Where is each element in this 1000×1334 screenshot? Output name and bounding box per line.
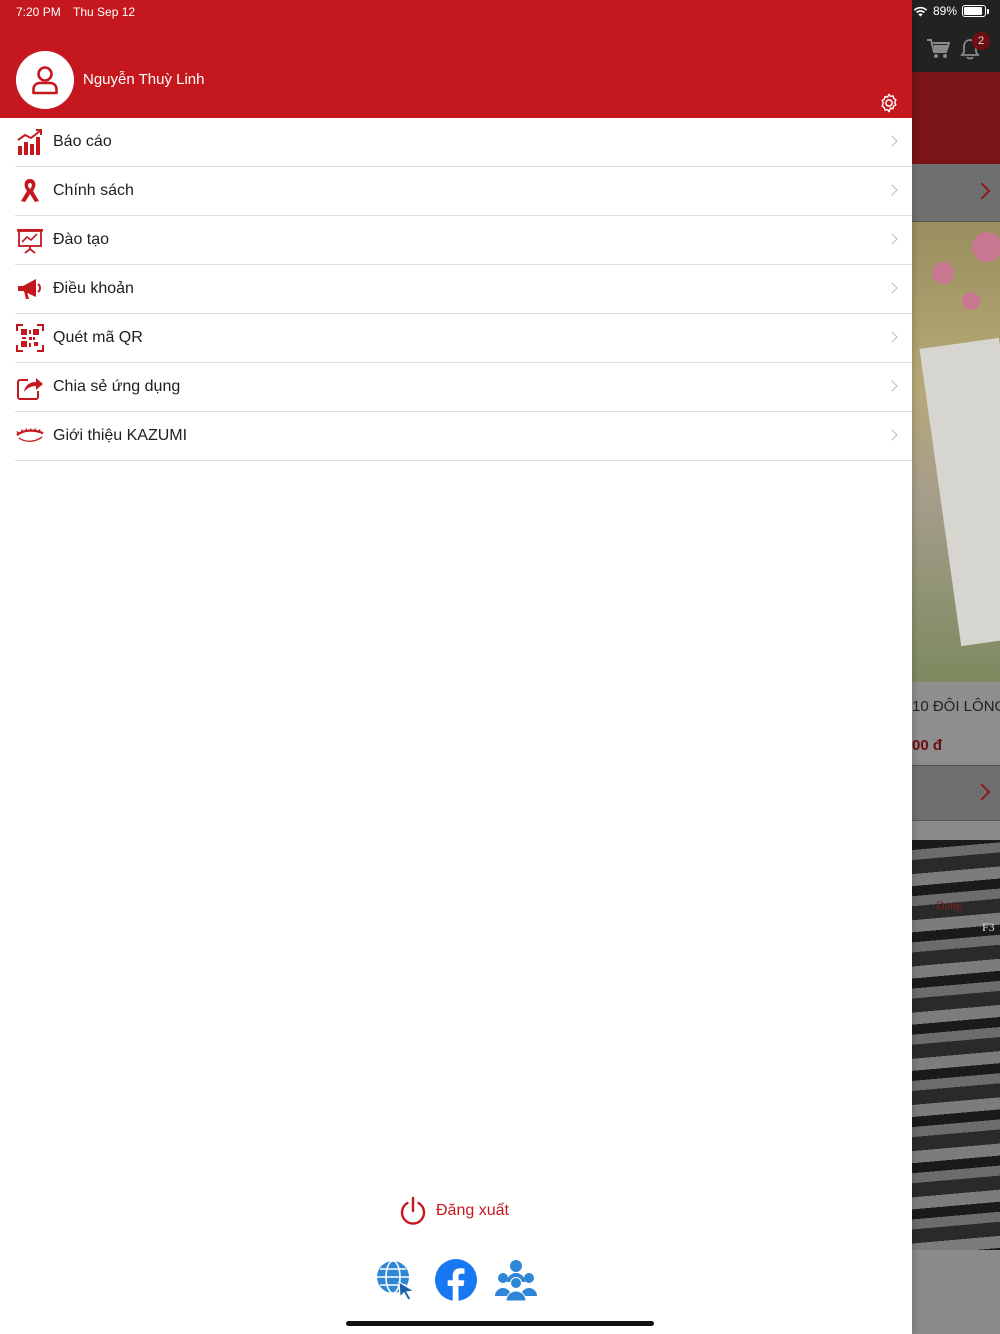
avatar[interactable]: [16, 51, 74, 109]
megaphone-icon: [16, 275, 44, 303]
side-drawer: Nguyễn Thuỳ Linh Báo cáo Chính sách Đào …: [0, 0, 912, 1334]
bar-chart-icon: [16, 128, 44, 156]
qr-code-icon: [16, 324, 44, 352]
background-banner: [912, 72, 1000, 164]
cart-icon[interactable]: [926, 38, 950, 60]
status-indicators: 89%: [913, 4, 989, 18]
chevron-right-icon: [973, 182, 991, 200]
battery-percent: 89%: [932, 4, 957, 18]
social-links: [374, 1258, 538, 1302]
menu-label: Chia sẻ ứng dụng: [53, 378, 181, 395]
background-footer: [912, 1270, 1000, 1334]
status-date: Thu Sep 12: [73, 5, 136, 19]
flower-decoration: [972, 232, 1000, 262]
ribbon-icon: [16, 177, 44, 205]
share-icon: [16, 373, 44, 401]
battery-icon: [962, 5, 989, 17]
menu-label: Giới thiệu KAZUMI: [53, 427, 188, 444]
settings-gear-icon[interactable]: [878, 92, 900, 114]
flower-decoration: [932, 262, 954, 284]
brand-tag: Dang: [936, 898, 962, 912]
background-product-name: 10 ĐÔI LÔNG: [912, 698, 1000, 715]
menu-label: Điều khoản: [53, 280, 134, 297]
power-icon: [400, 1196, 426, 1225]
chevron-right-icon: [886, 135, 898, 147]
chevron-right-icon: [886, 282, 898, 294]
community-icon: [495, 1260, 537, 1302]
background-product-price: 00 đ: [912, 737, 943, 754]
menu-label: Chính sách: [53, 182, 134, 199]
website-link[interactable]: [374, 1258, 418, 1302]
flower-decoration: [962, 292, 980, 310]
status-bar: 7:20 PM Thu Sep 12 89%: [0, 0, 1000, 24]
background-product-image[interactable]: Dang F3: [912, 840, 1000, 1250]
menu-label: Đào tạo: [53, 231, 110, 248]
menu-item-gioi-thieu[interactable]: Giới thiệu KAZUMI: [15, 412, 912, 461]
menu-label: Báo cáo: [53, 133, 112, 150]
menu-item-chinh-sach[interactable]: Chính sách: [15, 167, 912, 216]
chevron-right-icon: [886, 233, 898, 245]
background-row[interactable]: [912, 164, 1000, 222]
website-icon: [377, 1260, 416, 1301]
wifi-icon: [913, 6, 928, 16]
status-time: 7:20 PM: [16, 5, 61, 19]
drawer-menu: Báo cáo Chính sách Đào tạo Điều khoản Qu…: [0, 118, 912, 461]
chevron-right-icon: [886, 429, 898, 441]
background-product-image[interactable]: [912, 222, 1000, 682]
facebook-icon: [435, 1259, 477, 1301]
menu-label: Quét mã QR: [53, 329, 143, 346]
logout-label: Đăng xuất: [436, 1202, 509, 1219]
presentation-icon: [16, 226, 44, 254]
background-app: 2 10 ĐÔI LÔNG 00 đ Dang F3: [912, 0, 1000, 1334]
battery-level: [964, 7, 982, 15]
logout-button[interactable]: Đăng xuất: [398, 1196, 509, 1226]
facebook-link[interactable]: [434, 1258, 478, 1302]
product-card-image: [919, 337, 1000, 647]
chevron-right-icon: [886, 331, 898, 343]
menu-item-chia-se-ung-dung[interactable]: Chia sẻ ứng dụng: [15, 363, 912, 412]
chevron-right-icon: [973, 783, 991, 801]
background-row[interactable]: [912, 765, 1000, 821]
menu-item-dao-tao[interactable]: Đào tạo: [15, 216, 912, 265]
home-indicator[interactable]: [346, 1321, 654, 1326]
menu-item-bao-cao[interactable]: Báo cáo: [15, 118, 912, 167]
community-link[interactable]: [494, 1258, 538, 1302]
eyelash-icon: [16, 422, 44, 450]
menu-item-quet-ma-qr[interactable]: Quét mã QR: [15, 314, 912, 363]
menu-item-dieu-khoan[interactable]: Điều khoản: [15, 265, 912, 314]
brand-sub-tag: F3: [982, 920, 995, 934]
notification-badge: 2: [972, 32, 990, 50]
chevron-right-icon: [886, 380, 898, 392]
user-icon: [32, 66, 58, 95]
user-name[interactable]: Nguyễn Thuỳ Linh: [83, 71, 204, 88]
chevron-right-icon: [886, 184, 898, 196]
